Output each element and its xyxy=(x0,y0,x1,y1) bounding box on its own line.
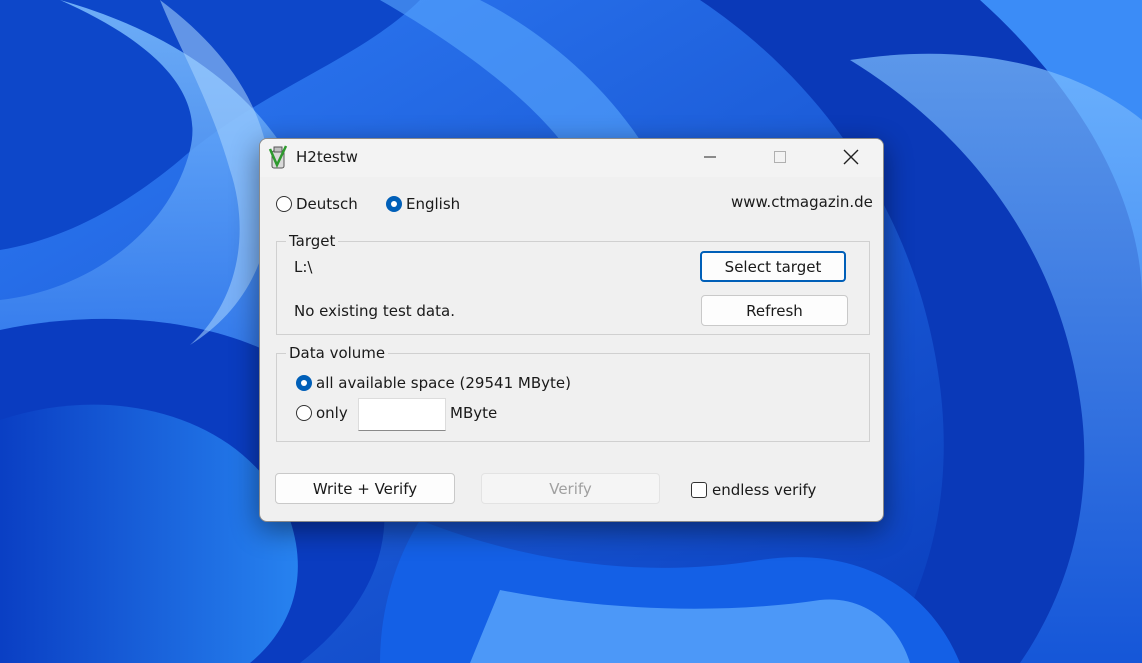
close-button[interactable] xyxy=(828,139,874,175)
data-volume-group-label: Data volume xyxy=(286,344,389,362)
mbyte-amount-input[interactable] xyxy=(358,398,446,431)
radio-only-label: only xyxy=(316,404,348,422)
h2testw-app-icon xyxy=(268,145,288,169)
website-link[interactable]: www.ctmagazin.de xyxy=(731,193,873,211)
radio-english-label: English xyxy=(406,195,461,213)
target-group-label: Target xyxy=(286,232,339,250)
endless-verify-checkbox[interactable]: endless verify xyxy=(691,481,816,499)
maximize-button[interactable] xyxy=(757,139,803,175)
minimize-icon xyxy=(704,156,716,158)
window-title: H2testw xyxy=(296,148,358,166)
radio-circle-only xyxy=(296,405,312,421)
mbyte-unit-label: MByte xyxy=(450,404,498,422)
close-icon xyxy=(843,149,859,165)
desktop: H2testw Deutsch English www.ctmagazin.de… xyxy=(0,0,1142,663)
radio-circle-all-space xyxy=(296,375,312,391)
maximize-icon xyxy=(774,151,786,163)
radio-english[interactable]: English xyxy=(386,195,460,213)
radio-deutsch[interactable]: Deutsch xyxy=(276,195,358,213)
verify-button[interactable]: Verify xyxy=(481,473,660,504)
select-target-button[interactable]: Select target xyxy=(700,251,846,282)
minimize-button[interactable] xyxy=(687,139,733,175)
radio-only[interactable]: only xyxy=(296,404,348,422)
radio-all-available-space[interactable]: all available space (29541 MByte) xyxy=(296,374,571,392)
target-path: L:\ xyxy=(294,258,313,276)
title-bar[interactable]: H2testw xyxy=(260,139,883,177)
h2testw-window: H2testw Deutsch English www.ctmagazin.de… xyxy=(259,138,884,522)
radio-deutsch-label: Deutsch xyxy=(296,195,358,213)
radio-circle-deutsch xyxy=(276,196,292,212)
radio-all-space-label: all available space (29541 MByte) xyxy=(316,374,571,392)
refresh-button[interactable]: Refresh xyxy=(701,295,848,326)
endless-verify-box xyxy=(691,482,707,498)
endless-verify-label: endless verify xyxy=(712,481,817,499)
test-data-status: No existing test data. xyxy=(294,302,455,320)
write-verify-button[interactable]: Write + Verify xyxy=(275,473,455,504)
radio-circle-english xyxy=(386,196,402,212)
